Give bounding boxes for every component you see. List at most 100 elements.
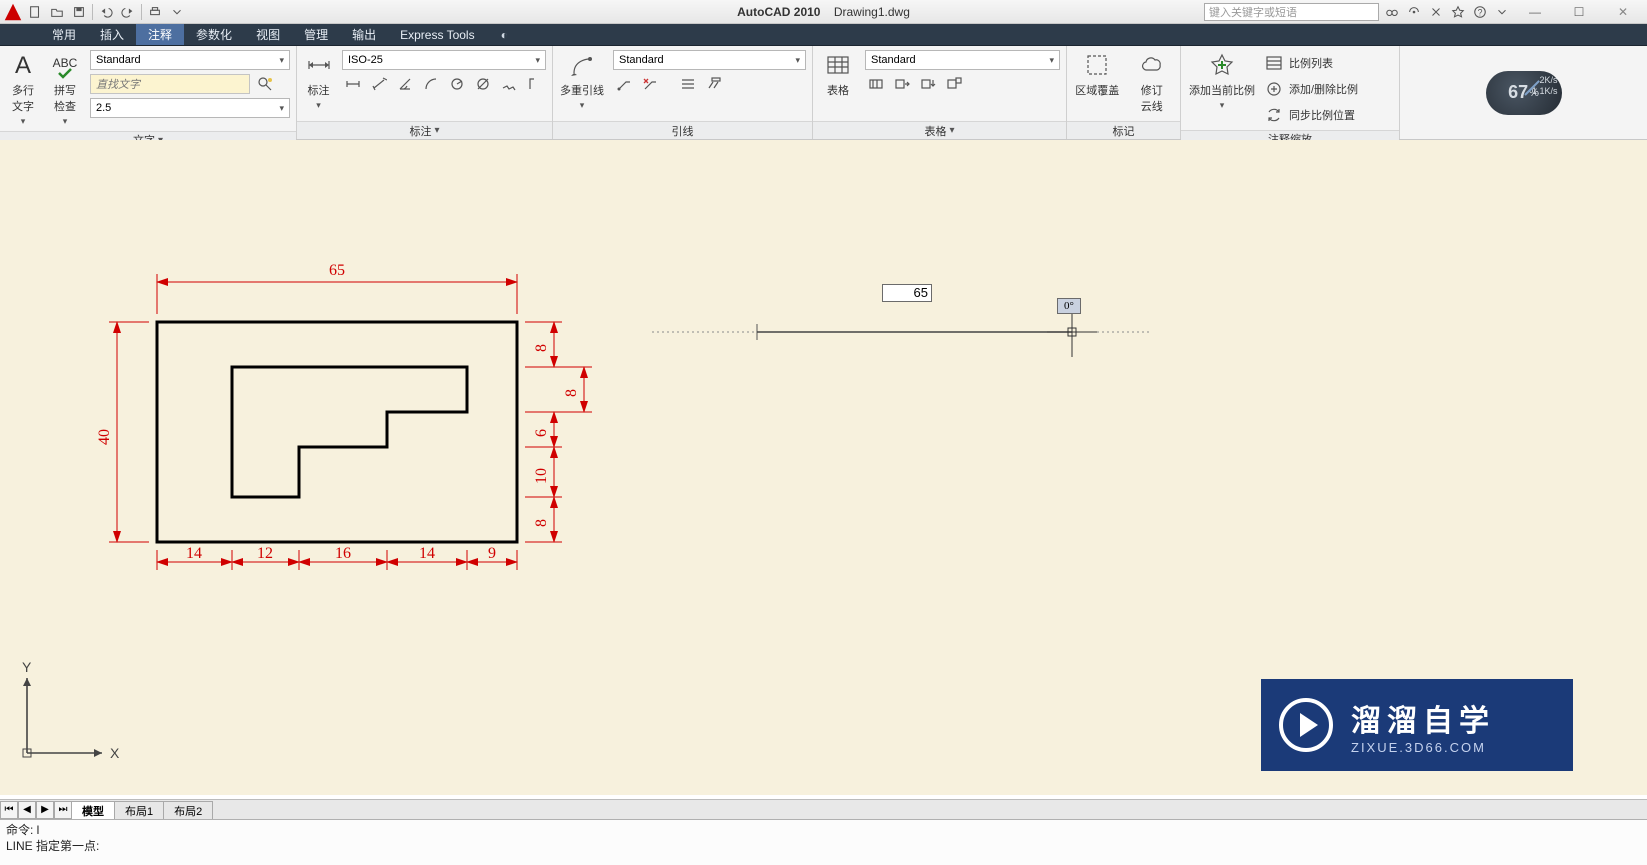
mleader-button[interactable]: 多重引线▾ [559,50,605,111]
dim-arc-icon[interactable] [420,74,442,94]
scale-list-button[interactable]: 比例列表 [1265,52,1393,74]
leader-align-icon[interactable] [677,74,699,94]
table-extract-icon[interactable] [891,74,913,94]
revcloud-button[interactable]: 修订 云线 [1129,50,1174,114]
dim-style-combo[interactable]: ISO-25▾ [342,50,546,70]
menu-more-icon[interactable]: ◐ [501,24,508,45]
dim-left: 40 [96,429,113,445]
nav-prev-icon[interactable]: ◀ [18,801,36,819]
close-button[interactable]: ✕ [1603,2,1643,22]
panel-leader: 多重引线▾ Standard▾ 引线 [553,46,813,139]
panel-table-title: 表格 [924,123,946,139]
dim-b0: 14 [186,545,202,562]
wipeout-button[interactable]: 区域覆盖 [1073,50,1121,98]
menu-tab-1[interactable]: 插入 [88,24,136,45]
mleader-icon [567,50,597,80]
panel-dim-title: 标注 [409,123,431,139]
table-button[interactable]: 表格 [819,50,857,98]
sheet-tab-0[interactable]: 模型 [71,801,115,819]
find-button-icon[interactable] [254,74,276,94]
table-link-icon[interactable] [865,74,887,94]
sheet-tab-1[interactable]: 布局1 [114,801,164,819]
add-scale-button[interactable]: 添加当前比例▾ [1187,50,1257,111]
dim-r2: 6 [533,429,550,437]
svg-text:ABC: ABC [53,56,78,70]
spellcheck-icon: ABC [50,50,80,80]
qat-open-icon[interactable] [46,2,68,22]
menu-tab-6[interactable]: 输出 [340,24,388,45]
leader-remove-icon[interactable] [639,74,661,94]
menu-tab-7[interactable]: Express Tools [388,24,486,45]
layout-nav: ⏮ ◀ ▶ ⏭ [0,801,72,819]
panel-mark: 区域覆盖 修订 云线 标记 [1067,46,1181,139]
panel-table: 表格 Standard▾ 表格▾ [813,46,1067,139]
menu-tab-0[interactable]: 常用 [40,24,88,45]
wipeout-icon [1082,50,1112,80]
leader-add-icon[interactable] [613,74,635,94]
qat-print-icon[interactable] [144,2,166,22]
dim-aligned-icon[interactable] [368,74,390,94]
dim-angular-icon[interactable] [394,74,416,94]
add-scale-icon [1207,50,1237,80]
nav-next-icon[interactable]: ▶ [36,801,54,819]
title-bar: AutoCAD 2010 Drawing1.dwg 键入关键字或短语 ? — ☐… [0,0,1647,24]
ucs-icon: X Y [12,658,122,773]
play-icon [1279,698,1333,752]
svg-text:X: X [110,745,120,761]
network-gauge: 67% 2K/s 1.1K/s [1486,71,1562,115]
qat-dropdown-icon[interactable] [166,2,188,22]
leader-collect-icon[interactable] [703,74,725,94]
command-window[interactable]: 命令: l LINE 指定第一点: [0,819,1647,865]
qat-save-icon[interactable] [68,2,90,22]
help-search-input[interactable]: 键入关键字或短语 [1204,3,1379,21]
dim-ordinate-icon[interactable] [524,74,546,94]
qat-redo-icon[interactable] [117,2,139,22]
dynamic-length-input[interactable]: 65 [882,284,932,302]
live-line: 65 0° [652,262,1152,367]
exchange-icon[interactable] [1427,3,1445,21]
file-name: Drawing1.dwg [834,5,910,19]
dim-jogged-icon[interactable] [498,74,520,94]
help-icon[interactable]: ? [1471,3,1489,21]
table-download-icon[interactable] [917,74,939,94]
dimension-icon [304,50,334,80]
favorite-icon[interactable] [1449,3,1467,21]
dimension-button[interactable]: 标注▾ [303,50,334,111]
dim-top: 65 [329,262,345,279]
menu-tab-2[interactable]: 注释 [136,24,184,45]
qat-new-icon[interactable] [24,2,46,22]
qat-undo-icon[interactable] [95,2,117,22]
chevron-down-icon[interactable] [1493,3,1511,21]
menu-tab-4[interactable]: 视图 [244,24,292,45]
dim-radius-icon[interactable] [446,74,468,94]
table-style-combo[interactable]: Standard▾ [865,50,1060,70]
minimize-button[interactable]: — [1515,2,1555,22]
app-menu-button[interactable] [2,1,24,23]
communication-icon[interactable] [1405,3,1423,21]
menu-tab-5[interactable]: 管理 [292,24,340,45]
dim-diameter-icon[interactable] [472,74,494,94]
table-export-icon[interactable] [943,74,965,94]
dim-linear-icon[interactable] [342,74,364,94]
text-style-combo[interactable]: Standard▾ [90,50,290,70]
text-height-combo[interactable]: 2.5▾ [90,98,290,118]
mtext-button[interactable]: A 多行 文字▾ [6,50,40,127]
binoculars-icon[interactable] [1383,3,1401,21]
nav-last-icon[interactable]: ⏭ [54,801,72,819]
find-text-input[interactable]: 直找文字 [90,74,250,94]
scale-adddel-button[interactable]: 添加/删除比例 [1265,78,1393,100]
leader-style-combo[interactable]: Standard▾ [613,50,806,70]
dim-r3: 10 [533,468,550,484]
app-name: AutoCAD 2010 [737,5,820,19]
dynamic-angle-readout: 0° [1057,298,1081,314]
maximize-button[interactable]: ☐ [1559,2,1599,22]
spellcheck-button[interactable]: ABC 拼写 检查▾ [48,50,82,127]
nav-first-icon[interactable]: ⏮ [0,801,18,819]
scale-sync-button[interactable]: 同步比例位置 [1265,104,1393,126]
drawing-area[interactable]: 65 40 14 12 16 14 9 8 8 6 10 8 [0,140,1647,795]
revcloud-icon [1137,50,1167,80]
sheet-tab-2[interactable]: 布局2 [163,801,213,819]
table-icon [823,50,853,80]
menu-tab-3[interactable]: 参数化 [184,24,244,45]
dim-b3: 14 [419,545,435,562]
